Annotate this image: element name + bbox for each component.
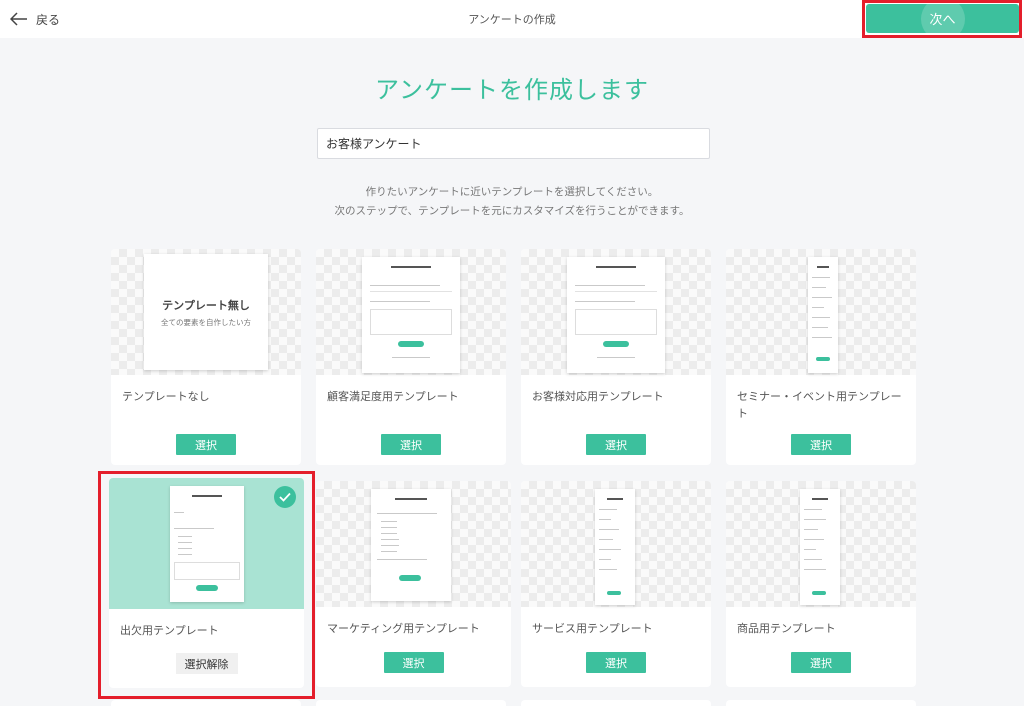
template-card-partial (521, 700, 711, 706)
template-card-partial (111, 700, 301, 706)
selected-card-highlight (98, 471, 315, 699)
template-document-preview (808, 257, 838, 373)
template-card-customer-satisfaction[interactable]: 顧客満足度用テンプレート 選択 (316, 249, 506, 465)
template-label: マーケティング用テンプレート (327, 622, 480, 635)
template-document-preview (567, 257, 665, 373)
template-preview (316, 481, 511, 607)
template-preview (521, 481, 711, 607)
select-button[interactable]: 選択 (586, 652, 646, 673)
template-card-service[interactable]: サービス用テンプレート 選択 (521, 481, 711, 687)
template-label: セミナー・イベント用テンプレート (737, 390, 902, 420)
select-button[interactable]: 選択 (383, 652, 444, 673)
template-label: テンプレートなし (122, 390, 210, 403)
template-document-preview (362, 257, 460, 373)
next-button-label: 次へ (929, 13, 956, 28)
template-document-preview (800, 489, 840, 605)
select-button[interactable]: 選択 (791, 434, 851, 455)
template-label: サービス用テンプレート (532, 622, 653, 635)
instructions-line-1: 作りたいアンケートに近いテンプレートを選択してください。 (365, 186, 659, 198)
template-preview (521, 249, 711, 375)
template-label: 顧客満足度用テンプレート (327, 390, 459, 403)
template-card-product[interactable]: 商品用テンプレート 選択 (726, 481, 916, 687)
template-document-preview (595, 489, 635, 605)
template-card-partial (726, 700, 916, 706)
preview-title: テンプレート無し (162, 298, 250, 312)
blank-template-preview: テンプレート無し 全ての要素を自作したい方 (144, 254, 268, 370)
select-button[interactable]: 選択 (176, 434, 236, 455)
select-button[interactable]: 選択 (381, 434, 441, 455)
page-title: アンケートを作成します (374, 76, 650, 104)
preview-subtitle: 全ての要素を自作したい方 (161, 317, 251, 327)
template-preview (726, 481, 916, 607)
template-document-preview (371, 489, 451, 601)
instructions-line-2: 次のステップで、テンプレートを元にカスタマイズを行うことができます。 (334, 205, 690, 217)
instructions: 作りたいアンケートに近いテンプレートを選択してください。 次のステップで、テンプ… (0, 183, 1024, 221)
template-card-none[interactable]: テンプレート無し 全ての要素を自作したい方 テンプレートなし 選択 (111, 249, 301, 465)
next-button[interactable]: 次へ (866, 4, 1019, 33)
template-label: 商品用テンプレート (737, 622, 836, 635)
template-preview (726, 249, 916, 375)
template-card-marketing[interactable]: マーケティング用テンプレート 選択 (316, 481, 511, 687)
template-card-customer-support[interactable]: お客様対応用テンプレート 選択 (521, 249, 711, 465)
template-preview: テンプレート無し 全ての要素を自作したい方 (111, 249, 301, 375)
template-label: お客様対応用テンプレート (532, 390, 664, 403)
select-button[interactable]: 選択 (791, 652, 851, 673)
survey-name-input[interactable] (317, 128, 710, 159)
template-preview (316, 249, 506, 375)
select-button[interactable]: 選択 (586, 434, 646, 455)
template-card-partial (316, 700, 506, 706)
template-card-seminar-event[interactable]: セミナー・イベント用テンプレート 選択 (726, 249, 916, 465)
